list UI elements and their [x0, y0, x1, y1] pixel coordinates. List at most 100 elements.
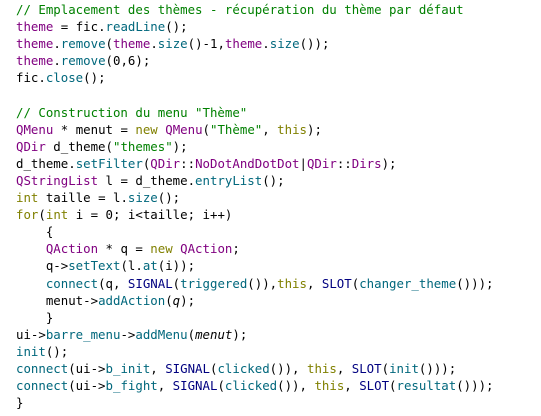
code-token-keyword: this — [306, 360, 337, 376]
code-token-type: theme — [224, 36, 263, 52]
code-token-plain: menut-> — [16, 292, 99, 308]
code-token-method: setText — [68, 258, 121, 274]
code-token-plain: ())); — [418, 360, 457, 376]
code-token-plain: ( — [187, 326, 196, 342]
code-token-plain: ); — [172, 138, 188, 154]
code-token-type: theme — [16, 19, 54, 35]
code-token-plain: , — [157, 378, 173, 394]
code-token-plain: ( — [381, 360, 390, 376]
code-line: // Construction du menu "Thème" — [16, 104, 541, 121]
code-token-plain: (ui-> — [68, 378, 106, 394]
code-token-plain: d_theme. — [16, 155, 76, 171]
code-line: } — [16, 394, 541, 411]
code-token-type: theme — [113, 36, 151, 52]
code-token-plain: (q, — [98, 275, 128, 291]
code-token-plain: i = 0; i<taille; i++) — [68, 207, 233, 223]
code-token-plain: ()); — [299, 36, 330, 52]
code-token-plain: , — [306, 275, 322, 291]
code-token-plain: :: — [336, 155, 352, 171]
code-token-plain: taille = l. — [38, 190, 128, 206]
code-token-macro: SLOT — [351, 360, 382, 376]
code-token-plain: ( — [202, 121, 211, 137]
code-token-keyword: this — [277, 121, 307, 137]
code-line: connect(ui->b_fight, SIGNAL(clicked()), … — [16, 377, 541, 394]
code-token-type: QMenu — [16, 121, 54, 137]
code-token-plain: ())); — [456, 275, 494, 291]
code-editor[interactable]: // Emplacement des thèmes - récupération… — [0, 0, 541, 416]
code-token-italic: menut — [195, 326, 233, 342]
code-token-plain: (0,6); — [105, 53, 151, 69]
code-token-plain: = fic. — [53, 19, 106, 35]
code-token-type: theme — [16, 53, 54, 69]
code-token-macro: SIGNAL — [127, 275, 173, 291]
code-token-type: QAction — [180, 241, 233, 257]
code-token-method: addAction — [98, 292, 166, 308]
code-token-plain: (); — [83, 70, 106, 86]
code-token-type: QDir — [306, 155, 337, 171]
code-token-type: QDir — [16, 138, 46, 154]
code-token-plain: d_theme( — [45, 138, 113, 154]
code-token-method: barre_menu — [45, 326, 121, 342]
code-token-method: remove — [60, 36, 106, 52]
code-token-plain: ; — [232, 241, 240, 257]
code-line: theme.remove(theme.size()-1,theme.size()… — [16, 35, 541, 52]
code-token-plain: ()), — [247, 275, 278, 291]
code-token-method: connect — [16, 378, 69, 394]
code-token-plain: . — [262, 36, 270, 52]
code-token-string: "themes" — [112, 138, 173, 154]
code-line: QAction * q = new QAction; — [16, 240, 541, 257]
code-token-plain: ); — [232, 326, 248, 342]
code-token-plain: ( — [389, 378, 397, 394]
code-token-plain: . — [53, 36, 61, 52]
code-token-plain: , — [344, 378, 360, 394]
code-token-macro: SIGNAL — [172, 378, 218, 394]
code-token-plain: * q = — [98, 241, 151, 257]
code-token-plain: | — [299, 155, 307, 171]
code-line: QMenu * menut = new QMenu("Thème", this)… — [16, 121, 541, 138]
code-line: q->setText(l.at(i)); — [16, 257, 541, 274]
code-token-method: readLine — [105, 19, 166, 35]
code-token-plain: (ui-> — [68, 360, 106, 376]
code-token-plain: ( — [105, 36, 114, 52]
code-token-keyword: int — [16, 190, 39, 206]
code-line: init(); — [16, 343, 541, 360]
code-token-comment: // Emplacement des thèmes - récupération… — [16, 2, 464, 17]
code-token-plain: , — [336, 360, 352, 376]
code-token-plain: ui-> — [16, 326, 46, 342]
code-line: } — [16, 309, 541, 326]
code-line: connect(q, SIGNAL(triggered()),this, SLO… — [16, 275, 541, 292]
code-token-comment: // Construction du menu "Thème" — [16, 104, 248, 120]
code-token-plain: q-> — [16, 258, 69, 274]
code-token-method: size — [157, 36, 188, 52]
code-token-method: clicked — [224, 378, 278, 394]
code-token-type: QDir — [150, 155, 181, 171]
code-line: theme = fic.readLine(); — [16, 18, 541, 35]
code-token-plain: ( — [38, 207, 46, 223]
code-token-plain: ( — [217, 378, 225, 394]
code-token-type: NoDotAndDotDot — [195, 155, 300, 171]
code-token-keyword: this — [314, 378, 345, 394]
code-token-method: size — [127, 190, 158, 206]
code-token-plain: ()), — [269, 360, 307, 376]
code-token-plain: ); — [180, 292, 196, 308]
code-token-plain: :: — [180, 155, 196, 171]
code-token-method: entryList — [195, 172, 263, 188]
code-token-plain: } — [16, 395, 24, 411]
code-token-type: QStringList — [16, 172, 99, 188]
code-token-method: triggered — [180, 275, 248, 291]
code-line: connect(ui->b_init, SIGNAL (clicked()), t… — [16, 360, 541, 377]
code-token-plain: . — [53, 53, 61, 69]
code-line: QStringList l = d_theme.entryList(); — [16, 172, 541, 189]
code-token-method: connect — [16, 360, 69, 376]
code-line: // Emplacement des thèmes - récupération… — [16, 1, 541, 18]
code-token-plain: (); — [165, 19, 188, 35]
code-token-string: "Thème" — [210, 121, 263, 137]
code-token-macro: SIGNAL — [165, 360, 210, 376]
code-token-method: b_init — [105, 360, 151, 376]
code-token-method: resultat — [396, 378, 457, 394]
code-token-macro: SLOT — [321, 275, 352, 291]
code-token-keyword: for — [16, 207, 39, 223]
